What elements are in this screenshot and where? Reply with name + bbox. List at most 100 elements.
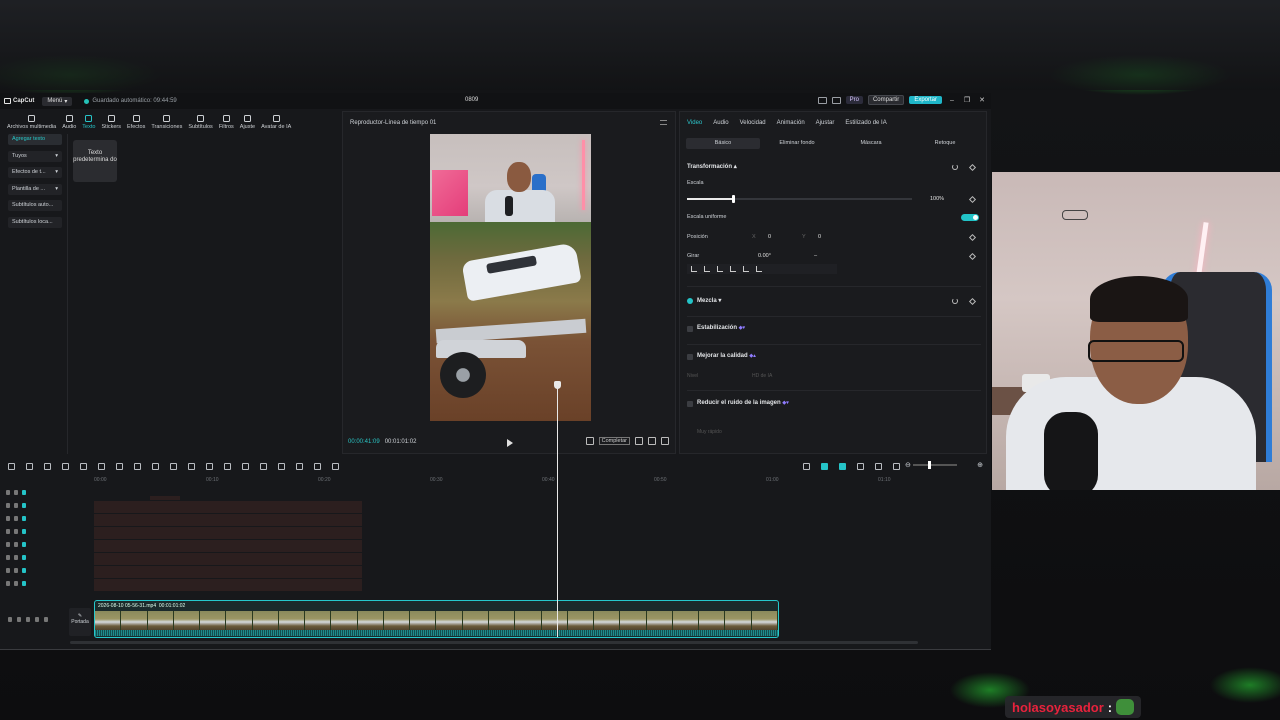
crop-icon[interactable] bbox=[585, 437, 594, 445]
fit-icon[interactable] bbox=[296, 463, 303, 470]
keyframe-icon[interactable] bbox=[968, 163, 977, 172]
category-templates[interactable]: Plantilla de ... ▾ bbox=[8, 183, 62, 195]
monitor-icon[interactable] bbox=[831, 96, 841, 104]
export-button[interactable]: Exportar bbox=[909, 96, 942, 104]
blend-title[interactable]: Mezcla ▾ bbox=[697, 297, 721, 304]
mic-icon[interactable] bbox=[803, 463, 810, 470]
project-name[interactable]: 0809 bbox=[465, 97, 478, 103]
tab-audio[interactable]: Audio bbox=[713, 120, 728, 126]
tab-ai-style[interactable]: Estilizado de IA bbox=[845, 120, 886, 126]
quality-title[interactable]: Mejorar la calidad ◆▴ bbox=[697, 353, 756, 359]
preview-axis-icon[interactable] bbox=[857, 463, 864, 470]
zoom-fit-icon[interactable] bbox=[893, 463, 900, 470]
undo-icon[interactable] bbox=[44, 463, 51, 470]
reset-icon[interactable] bbox=[952, 164, 958, 170]
keyframe-icon[interactable] bbox=[968, 195, 977, 204]
fullscreen-icon[interactable] bbox=[661, 437, 669, 445]
delete-icon[interactable] bbox=[134, 463, 141, 470]
reset-icon[interactable] bbox=[952, 298, 958, 304]
rotate-value[interactable]: 0.00° bbox=[758, 253, 771, 259]
subtab-retouch[interactable]: Retoque bbox=[908, 138, 982, 149]
aspect-icon[interactable] bbox=[648, 437, 656, 445]
tab-speed[interactable]: Velocidad bbox=[740, 120, 766, 126]
zoom-icon[interactable] bbox=[635, 437, 643, 445]
text-clip[interactable] bbox=[94, 579, 362, 591]
tool-media[interactable]: Archivos multimedia bbox=[4, 111, 59, 133]
zoom-slider[interactable]: ⊖ ⊕ bbox=[905, 461, 983, 469]
keyframe-icon[interactable] bbox=[968, 252, 977, 261]
tab-video[interactable]: Video bbox=[687, 120, 702, 126]
zoom-out-icon[interactable]: ⊖ bbox=[905, 461, 911, 469]
tool-text[interactable]: Texto bbox=[79, 111, 98, 133]
quality-checkbox[interactable] bbox=[687, 354, 693, 360]
speed-icon[interactable] bbox=[278, 463, 285, 470]
cover-button[interactable]: ✎ Portada bbox=[69, 608, 91, 636]
lock-icon[interactable] bbox=[14, 516, 18, 521]
category-text-effects[interactable]: Efectos de t... ▾ bbox=[8, 167, 62, 178]
eye-icon[interactable] bbox=[22, 516, 26, 521]
subtab-remove-bg[interactable]: Eliminar fondo bbox=[760, 138, 834, 149]
lock-icon[interactable] bbox=[14, 529, 18, 534]
transform-title[interactable]: Transformación ▴ bbox=[687, 163, 737, 170]
lock-icon[interactable] bbox=[14, 542, 18, 547]
align-top-icon[interactable] bbox=[730, 266, 736, 272]
text-clip[interactable] bbox=[94, 540, 362, 552]
tool-filters[interactable]: Filtros bbox=[216, 111, 237, 133]
timeline-scrollbar[interactable] bbox=[70, 641, 918, 644]
captions-icon[interactable] bbox=[875, 463, 882, 470]
eye-icon[interactable] bbox=[22, 555, 26, 560]
mirror-icon[interactable] bbox=[224, 463, 231, 470]
eye-icon[interactable] bbox=[22, 529, 26, 534]
lock-icon[interactable] bbox=[17, 617, 21, 622]
keyframe-icon[interactable] bbox=[968, 297, 977, 306]
eye-icon[interactable] bbox=[22, 581, 26, 586]
lock-icon[interactable] bbox=[14, 490, 18, 495]
category-yours[interactable]: Tuyos ▾ bbox=[8, 150, 62, 162]
tool-audio[interactable]: Audio bbox=[59, 111, 79, 133]
pos-y-value[interactable]: 0 bbox=[818, 234, 821, 240]
freeze-icon[interactable] bbox=[206, 463, 213, 470]
category-add-text[interactable]: Agregar texto bbox=[8, 134, 62, 145]
redo-icon[interactable] bbox=[62, 463, 69, 470]
uniform-scale-toggle[interactable] bbox=[961, 214, 979, 221]
lock-icon[interactable] bbox=[14, 555, 18, 560]
select-icon[interactable] bbox=[26, 463, 33, 470]
close-icon[interactable]: ✕ bbox=[977, 96, 987, 104]
menu-icon[interactable] bbox=[660, 120, 667, 125]
video-preview[interactable] bbox=[430, 134, 591, 421]
pos-x-value[interactable]: 0 bbox=[768, 234, 771, 240]
text-clip[interactable] bbox=[94, 553, 362, 565]
rotate-icon[interactable] bbox=[242, 463, 249, 470]
lock-icon[interactable] bbox=[14, 568, 18, 573]
scale-slider[interactable] bbox=[687, 195, 912, 203]
eye-icon[interactable] bbox=[22, 542, 26, 547]
zoom-knob[interactable] bbox=[928, 461, 931, 469]
playhead-handle[interactable] bbox=[554, 381, 561, 389]
text-clip[interactable] bbox=[94, 527, 362, 539]
text-clip[interactable] bbox=[94, 566, 362, 578]
pro-button[interactable]: Pro bbox=[845, 96, 863, 104]
stabilize-title[interactable]: Estabilización ◆▾ bbox=[697, 325, 745, 331]
denoise-title[interactable]: Reducir el ruido de la imagen ◆▾ bbox=[697, 400, 789, 406]
lock-icon[interactable] bbox=[14, 581, 18, 586]
playhead[interactable] bbox=[554, 381, 561, 637]
eye-icon[interactable] bbox=[22, 490, 26, 495]
scale-knob[interactable] bbox=[732, 195, 735, 203]
tool-transitions[interactable]: Transiciones bbox=[148, 111, 185, 133]
keyframe-icon[interactable] bbox=[968, 233, 977, 242]
eye-icon[interactable] bbox=[26, 617, 30, 622]
lock-icon[interactable] bbox=[14, 503, 18, 508]
play-icon[interactable] bbox=[507, 439, 513, 447]
align-bottom-icon[interactable] bbox=[756, 266, 762, 272]
tool-subtitles[interactable]: Subtítulos bbox=[185, 111, 215, 133]
share-button[interactable]: Compartir bbox=[867, 95, 905, 105]
text-clip[interactable] bbox=[94, 514, 362, 526]
layout-icon[interactable] bbox=[817, 96, 827, 104]
text-clip[interactable] bbox=[94, 501, 362, 513]
minimize-icon[interactable]: – bbox=[947, 97, 957, 104]
text-clip[interactable] bbox=[150, 496, 180, 500]
audio-icon[interactable] bbox=[35, 617, 39, 622]
reverse-icon[interactable] bbox=[260, 463, 267, 470]
add-icon[interactable] bbox=[8, 463, 15, 470]
crop-icon[interactable] bbox=[170, 463, 177, 470]
